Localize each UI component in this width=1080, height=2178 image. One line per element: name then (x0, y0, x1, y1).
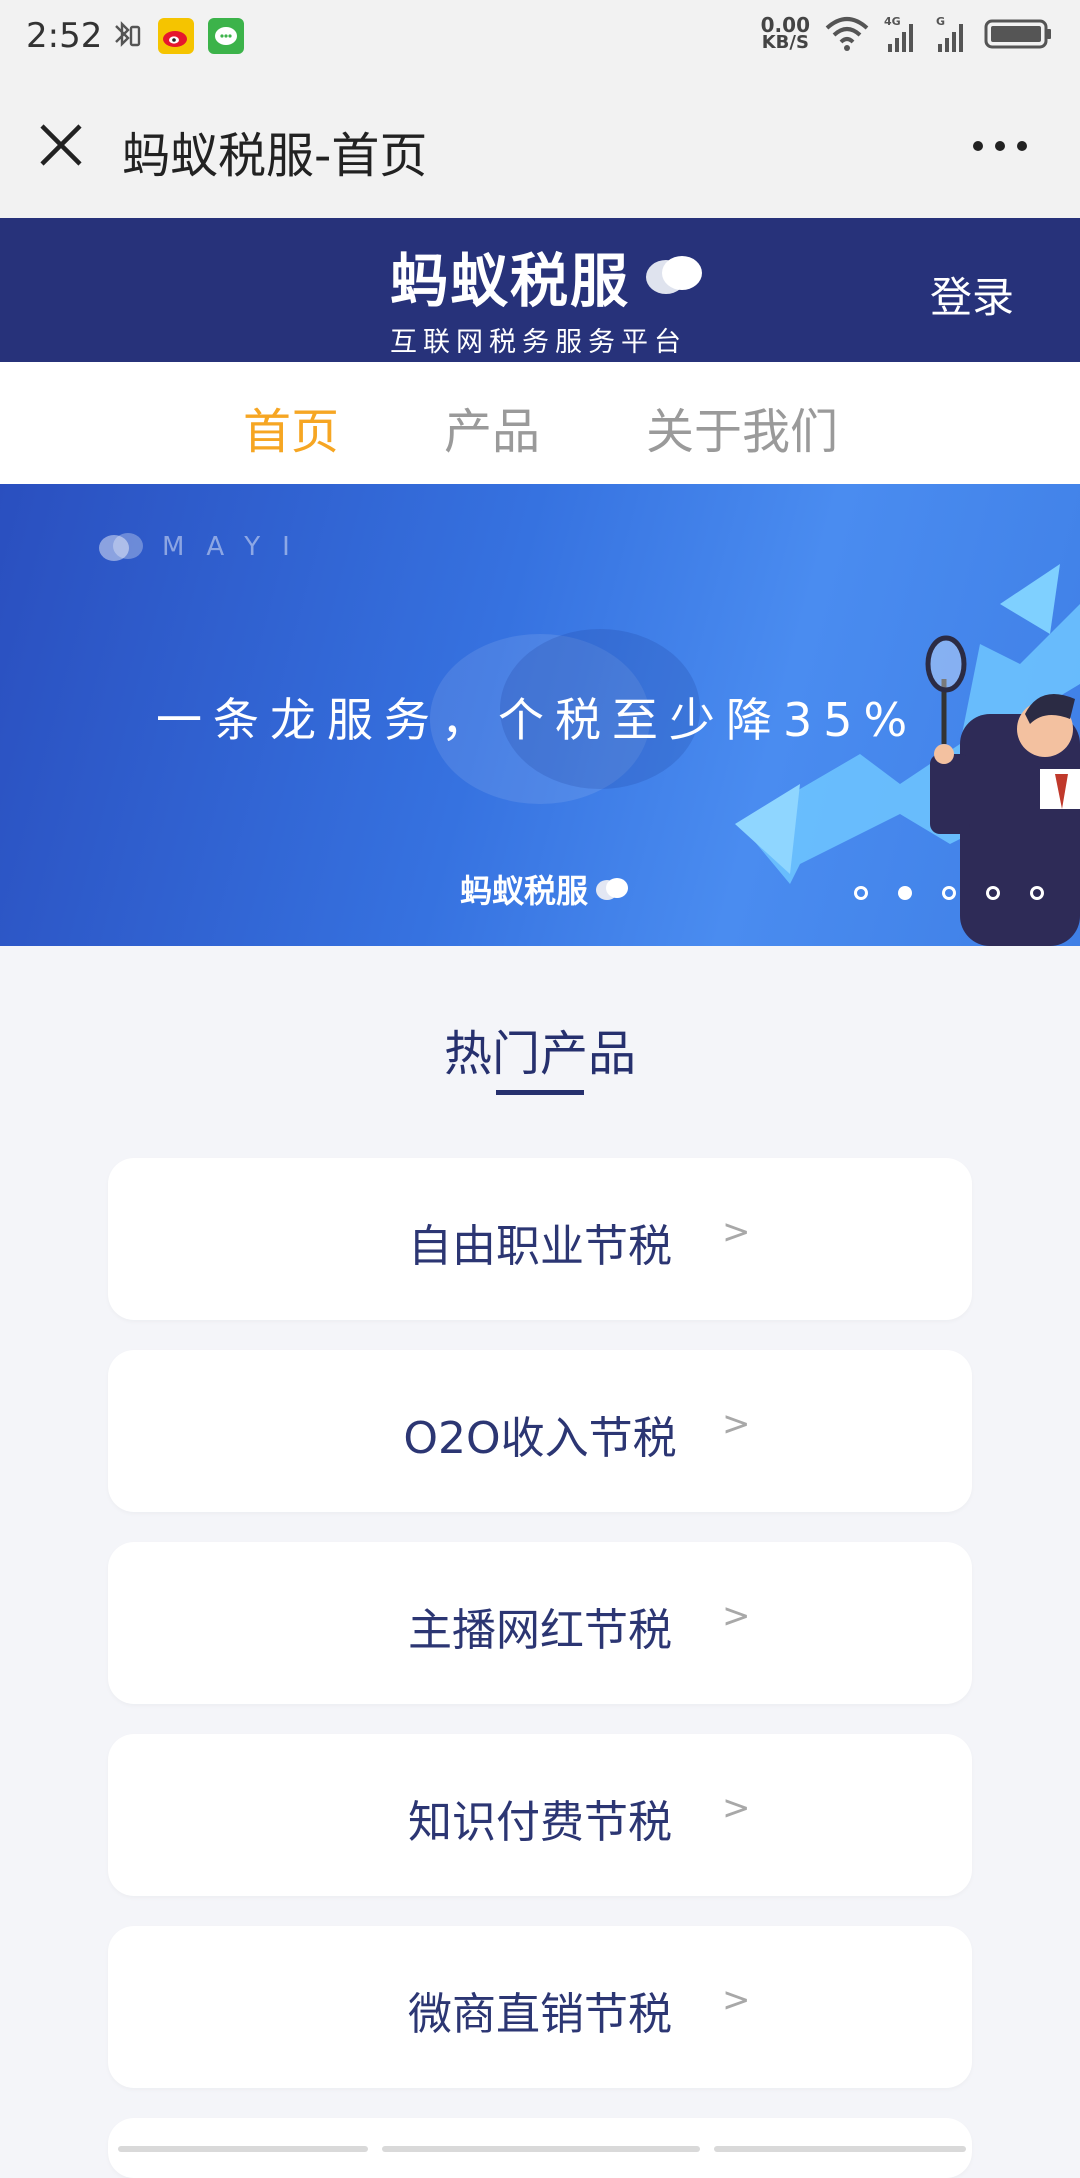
product-card-streamer[interactable]: 主播网红节税 > (108, 1542, 972, 1704)
tab-home[interactable]: 首页 (243, 392, 339, 462)
placeholder-bar (714, 2146, 966, 2152)
product-label: 主播网红节税 (408, 1605, 672, 1656)
brand-name-row: 蚂蚁税服 (390, 234, 706, 318)
product-label: 自由职业节税 (408, 1221, 672, 1272)
product-card-o2o[interactable]: O2O收入节税 > (108, 1350, 972, 1512)
svg-text:G: G (936, 15, 945, 28)
chevron-right-icon: > (722, 1212, 751, 1252)
net-speed-unit: KB/S (761, 32, 809, 53)
product-label: 知识付费节税 (408, 1797, 672, 1848)
chevron-right-icon: > (722, 1404, 751, 1444)
product-card-knowledge-pay[interactable]: 知识付费节税 > (108, 1734, 972, 1896)
section-title-underline (496, 1090, 584, 1095)
banner-slogan: 一条龙服务，个税至少降35% (156, 693, 919, 747)
status-bar: 2:52 0.00 KB/S 4G G (0, 0, 1080, 76)
net-speed: 0.00 KB/S (761, 15, 810, 53)
status-right-icons: 0.00 KB/S 4G G (761, 14, 1054, 54)
product-label: 微商直销节税 (408, 1989, 672, 2040)
chevron-right-icon: > (722, 1980, 751, 2020)
signal-g-icon: G (936, 15, 963, 52)
banner-mayi-text: MAYI (162, 532, 312, 562)
section-title-hot-products: 热门产品 (443, 1026, 636, 1082)
mayi-leaf-icon (99, 533, 143, 561)
banner-carousel[interactable]: MAYI 一条龙服务，个税至少降35% 蚂蚁税服 (0, 484, 1080, 946)
brand-header: 蚂蚁税服 互联网税务服务平台 登录 (0, 218, 1080, 362)
wifi-icon (825, 17, 869, 51)
svg-text:4G: 4G (884, 15, 901, 28)
more-options-icon[interactable] (970, 136, 1030, 156)
banner-brand-leaf-icon (596, 878, 629, 900)
carousel-dot[interactable] (942, 886, 956, 900)
webview-titlebar: 蚂蚁税服-首页 (0, 76, 1080, 218)
brand-name: 蚂蚁税服 (390, 247, 631, 315)
carousel-dot[interactable] (854, 886, 868, 900)
bluetooth-vibrate-icon (115, 21, 141, 47)
page-title: 蚂蚁税服-首页 (122, 128, 428, 184)
partial-card-bars (118, 2146, 966, 2152)
placeholder-bar (382, 2146, 700, 2152)
carousel-dot[interactable] (1030, 886, 1044, 900)
status-time: 2:52 (26, 16, 103, 56)
carousel-dot-active[interactable] (898, 886, 912, 900)
product-card-microbusiness[interactable]: 微商直销节税 > (108, 1926, 972, 2088)
brand-leaf-icon (646, 256, 703, 294)
battery-icon (984, 19, 1051, 49)
product-card-freelance[interactable]: 自由职业节税 > (108, 1158, 972, 1320)
product-card-partial[interactable] (108, 2118, 972, 2178)
brand-subtitle: 互联网税务服务平台 (390, 327, 687, 358)
brand-logo[interactable]: 蚂蚁税服 互联网税务服务平台 (390, 234, 706, 359)
wechat-icon (208, 18, 244, 54)
weibo-icon (158, 18, 194, 54)
signal-4g-icon: 4G (884, 15, 913, 52)
tab-about-us[interactable]: 关于我们 (646, 392, 838, 462)
banner-mayi-logo: MAYI (96, 530, 312, 564)
tab-products[interactable]: 产品 (444, 392, 540, 462)
main-nav: 首页 产品 关于我们 (0, 362, 1080, 484)
banner-brand-text: 蚂蚁税服 (460, 872, 589, 910)
chevron-right-icon: > (722, 1788, 751, 1828)
banner-brand: 蚂蚁税服 (460, 866, 630, 912)
close-icon[interactable] (36, 120, 86, 170)
chevron-right-icon: > (722, 1596, 751, 1636)
carousel-indicators (854, 886, 1044, 900)
carousel-dot[interactable] (986, 886, 1000, 900)
status-left-icons (108, 18, 244, 54)
product-label: O2O收入节税 (403, 1413, 677, 1464)
placeholder-bar (118, 2146, 368, 2152)
login-button[interactable]: 登录 (930, 264, 1014, 325)
